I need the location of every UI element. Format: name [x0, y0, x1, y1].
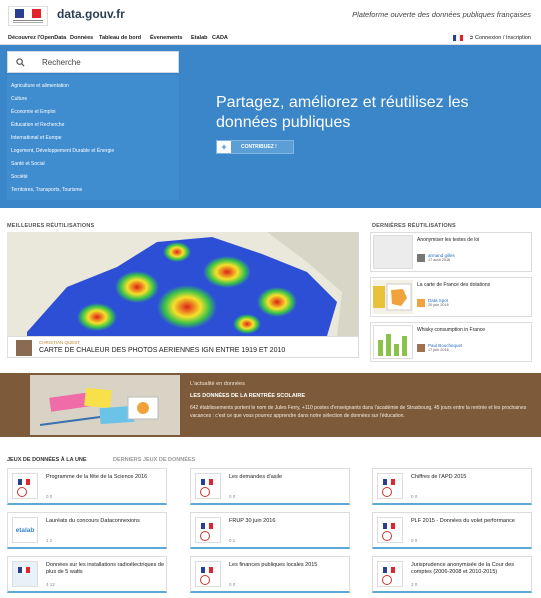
dataset-title[interactable]: Données sur les installations radioélect…: [46, 562, 164, 576]
category-item[interactable]: International et Europe: [11, 135, 62, 141]
category-item[interactable]: Logement, Développement Durable et Énerg…: [11, 148, 114, 154]
organization-logo: [377, 561, 403, 587]
category-item[interactable]: Économie et Emploi: [11, 109, 55, 115]
reuse-thumbnail: [373, 325, 413, 359]
nav-item-etalab[interactable]: Etalab: [191, 35, 208, 41]
site-tagline: Plateforme ouverte des données publiques…: [352, 10, 531, 19]
news-title[interactable]: LES DONNÉES DE LA RENTRÉE SCOLAIRE: [190, 393, 305, 399]
dataset-card[interactable]: Les demandes d'asile 0 0: [190, 468, 350, 505]
contribute-label: CONTRIBUEZ !: [241, 144, 277, 150]
best-reuses-title: MEILLEURES RÉUTILISATIONS: [7, 223, 95, 229]
organization-logo: [377, 517, 403, 543]
organization-logo: [12, 561, 38, 587]
dataset-meta: 0 0: [229, 582, 236, 587]
category-item[interactable]: Éducation et Recherche: [11, 122, 64, 128]
news-kicker: L'actualité en données: [190, 381, 245, 387]
avatar: [417, 254, 425, 262]
category-item[interactable]: Culture: [11, 96, 27, 102]
news-text: 642 établissements portent le nom de Jul…: [190, 405, 527, 419]
login-link[interactable]: ➲ Connexion / Inscription: [469, 35, 531, 41]
dataset-meta: 1 2: [46, 538, 53, 543]
dataset-card[interactable]: Programme de la fête de la Science 2016 …: [7, 468, 167, 505]
reuse-card[interactable]: La carte de France des dotations Data Sp…: [370, 277, 532, 317]
avatar: [417, 344, 425, 352]
reuse-title[interactable]: Anonymiser les textes de loi: [417, 237, 479, 243]
best-reuse-caption[interactable]: CHRISTIAN QUEST CARTE DE CHALEUR DES PHO…: [7, 336, 359, 358]
reuse-card[interactable]: Anonymiser les textes de loi armand gill…: [370, 232, 532, 272]
search-placeholder: Recherche: [42, 58, 81, 67]
search-input[interactable]: Recherche: [7, 51, 179, 73]
category-list: Agriculture et alimentation Culture Écon…: [7, 75, 179, 200]
nav-item-tableau-de-bord[interactable]: Tableau de bord: [99, 35, 141, 41]
dataset-title[interactable]: PLF 2015 - Données du volet performance: [411, 518, 529, 525]
reuse-card[interactable]: Whisky consumption in France Paul Bouche…: [370, 322, 532, 362]
category-item[interactable]: Société: [11, 174, 28, 180]
dataset-title[interactable]: Lauréats du concours Dataconnexions: [46, 518, 164, 525]
avatar: [417, 299, 425, 307]
dataset-title[interactable]: Les finances publiques locales 2015: [229, 562, 347, 569]
nav-item-opendata[interactable]: Découvrez l'OpenData: [8, 35, 66, 41]
reuse-title[interactable]: Whisky consumption in France: [417, 327, 485, 333]
tab-featured-datasets[interactable]: JEUX DE DONNÉES À LA UNE: [7, 457, 87, 463]
dataset-title[interactable]: FRUP 30 juin 2016: [229, 518, 347, 525]
tab-latest-datasets[interactable]: DERNIERS JEUX DE DONNÉES: [113, 457, 195, 463]
reuse-date: 17 juin 2016: [428, 348, 449, 352]
reuse-date: 17 août 2016: [428, 258, 451, 262]
news-banner[interactable]: L'actualité en données LES DONNÉES DE LA…: [0, 373, 541, 437]
reuse-date: 20 juin 2016: [428, 303, 449, 307]
login-label: Connexion / Inscription: [475, 35, 531, 41]
reuse-thumbnail: [373, 235, 413, 269]
dataset-title[interactable]: Programme de la fête de la Science 2016: [46, 474, 164, 481]
heatmap-image[interactable]: [7, 232, 359, 336]
best-reuse-title[interactable]: CARTE DE CHALEUR DES PHOTOS AERIENNES IG…: [39, 347, 285, 354]
organization-logo: [195, 517, 221, 543]
dataset-card[interactable]: etalab Lauréats du concours Dataconnexio…: [7, 512, 167, 549]
flag-icon: [15, 9, 42, 18]
category-item[interactable]: Santé et Social: [11, 161, 45, 167]
organization-logo: [12, 473, 38, 499]
republique-francaise-logo[interactable]: [8, 6, 48, 26]
nav-item-evenements[interactable]: Évenements: [150, 35, 182, 41]
organization-logo: [377, 473, 403, 499]
main-nav: Découvrez l'OpenData Données Tableau de …: [0, 33, 541, 45]
dataset-meta: 0 0: [229, 494, 236, 499]
nav-item-donnees[interactable]: Données: [70, 35, 93, 41]
top-header: data.gouv.fr Plateforme ouverte des donn…: [0, 0, 541, 30]
latest-reuses-title: DERNIÈRES RÉUTILISATIONS: [372, 223, 456, 229]
dataset-card[interactable]: Données sur les installations radioélect…: [7, 556, 167, 593]
avatar: [16, 340, 32, 356]
dataset-card[interactable]: FRUP 30 juin 2016 0 1: [190, 512, 350, 549]
reuse-thumbnail: [373, 280, 413, 314]
dataset-card[interactable]: Chiffres de l'APD 2015 0 0: [372, 468, 532, 505]
dataset-title[interactable]: Les demandes d'asile: [229, 474, 347, 481]
dataset-card[interactable]: Jurisprudence anonymisée de la Cour des …: [372, 556, 532, 593]
dataset-meta: 0 0: [411, 494, 418, 499]
dataset-meta: 4 12: [46, 582, 55, 587]
etalab-logo: etalab: [12, 517, 38, 543]
organization-logo: [195, 561, 221, 587]
category-item[interactable]: Territoires, Transports, Tourisme: [11, 187, 82, 193]
hero-title: Partagez, améliorez et réutilisez les do…: [216, 94, 469, 131]
dataset-card[interactable]: Les finances publiques locales 2015 0 0: [190, 556, 350, 593]
site-brand[interactable]: data.gouv.fr: [57, 7, 125, 21]
dataset-meta: 2 0: [411, 582, 418, 587]
category-item[interactable]: Agriculture et alimentation: [11, 83, 69, 89]
organization-logo: [195, 473, 221, 499]
best-reuse-author[interactable]: CHRISTIAN QUEST: [39, 340, 80, 345]
news-image: [30, 375, 180, 435]
plus-icon: +: [217, 141, 231, 153]
hero-section: Recherche Agriculture et alimentation Cu…: [0, 45, 541, 208]
dataset-title[interactable]: Chiffres de l'APD 2015: [411, 474, 529, 481]
dataset-meta: 0 0: [46, 494, 53, 499]
dataset-title[interactable]: Jurisprudence anonymisée de la Cour des …: [411, 562, 529, 576]
nav-item-cada[interactable]: CADA: [212, 35, 228, 41]
dataset-card[interactable]: PLF 2015 - Données du volet performance …: [372, 512, 532, 549]
heatmap-map: [7, 232, 359, 336]
language-flag-icon[interactable]: [453, 35, 464, 41]
dataset-meta: 0 1: [229, 538, 236, 543]
reuse-title[interactable]: La carte de France des dotations: [417, 282, 490, 288]
search-icon: [16, 58, 25, 67]
dataset-meta: 0 0: [411, 538, 418, 543]
contribute-button[interactable]: + CONTRIBUEZ !: [216, 140, 294, 154]
